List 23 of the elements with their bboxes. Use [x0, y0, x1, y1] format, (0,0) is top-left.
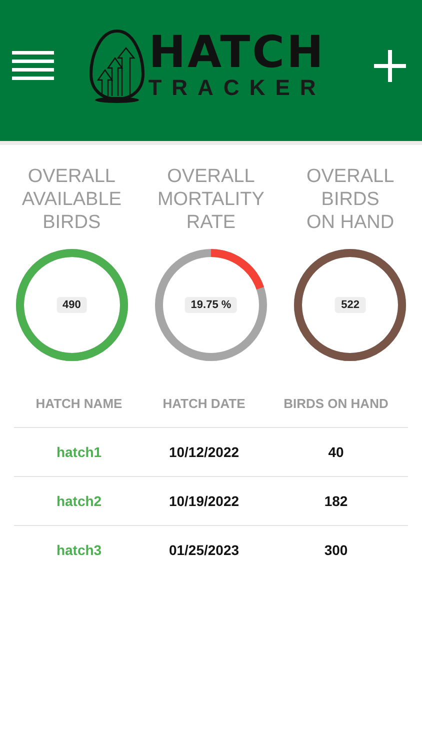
gauge-value: 490 [56, 297, 87, 313]
stat-title: OVERALL MORTALITY RATE [156, 165, 266, 235]
table-cell-text: 10/19/2022 [168, 493, 240, 509]
gauge-value: 522 [335, 297, 366, 313]
column-header: BIRDS ON HAND [282, 396, 390, 410]
table-cell-text: 182 [323, 493, 349, 509]
logo-subtitle: TRACKER [148, 74, 326, 100]
gauge-value: 19.75 % [184, 297, 238, 313]
hatch-name-link[interactable]: hatch3 [14, 542, 144, 558]
column-header: HATCH DATE [162, 396, 246, 410]
menu-button[interactable] [12, 50, 54, 80]
column-header: HATCH NAME [34, 396, 124, 410]
table-cell-text: 40 [327, 444, 345, 460]
hatch-name-link[interactable]: hatch1 [14, 444, 144, 460]
egg-icon [88, 28, 146, 104]
stat-title: OVERALL AVAILABLE BIRDS [20, 165, 122, 235]
hatch-name-link[interactable]: hatch2 [14, 493, 144, 509]
table-cell-text: 10/12/2022 [168, 444, 240, 460]
add-button[interactable] [374, 50, 406, 82]
table-cell-text: 01/25/2023 [168, 542, 240, 558]
logo-title: HATCH [148, 30, 326, 74]
stat-title: OVERALL BIRDS ON HAND [305, 165, 396, 235]
table-cell-text: 300 [323, 542, 349, 558]
